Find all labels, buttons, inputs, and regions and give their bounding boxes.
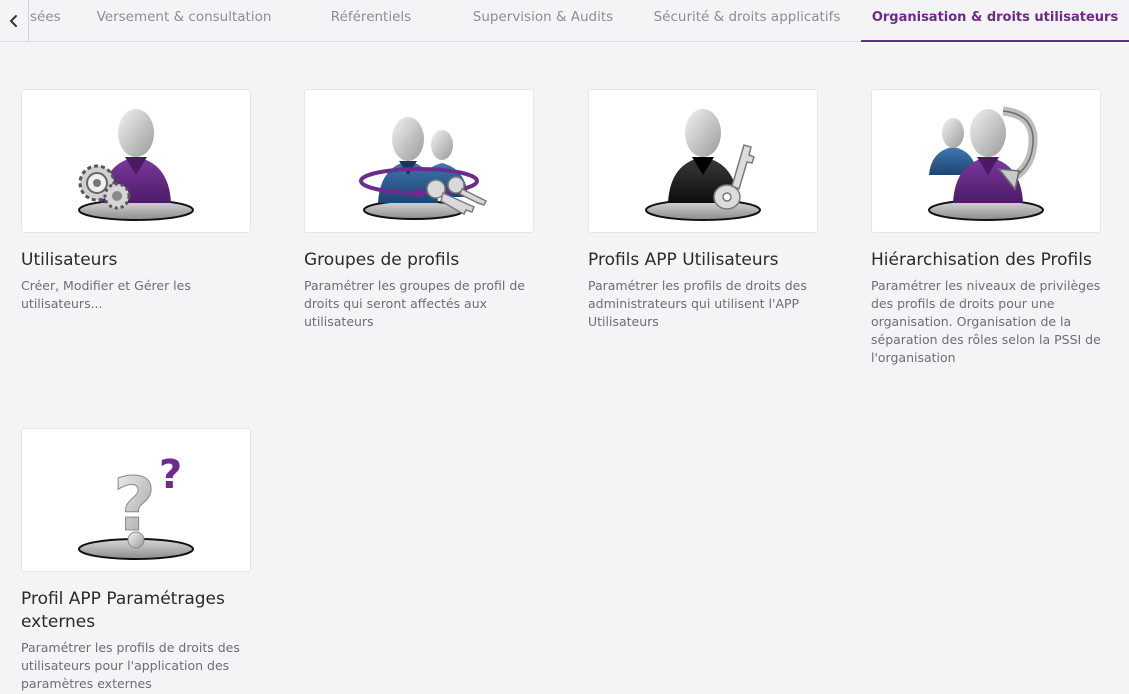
user-hierarchy-icon: [928, 106, 1044, 221]
question-mark-icon: ? ?: [78, 452, 194, 560]
user-group-keys-icon: [359, 117, 488, 220]
card-description: Paramétrer les niveaux de privilèges des…: [871, 278, 1101, 365]
tab-scroll-left-button[interactable]: [0, 0, 29, 41]
card-title: Profils APP Utilisateurs: [588, 250, 779, 270]
card-title: Groupes de profils: [304, 250, 460, 270]
tab-organisation-droits[interactable]: Organisation & droits utilisateurs: [861, 0, 1129, 42]
svg-text:?: ?: [159, 452, 182, 498]
card-description: Créer, Modifier et Gérer les utilisateur…: [21, 278, 191, 311]
user-key-icon: [645, 109, 761, 221]
card-thumbnail: [588, 89, 818, 233]
card-thumbnail: [871, 89, 1101, 233]
card-thumbnail: [21, 89, 251, 233]
card-title: Utilisateurs: [21, 250, 118, 270]
card-profil-app-parametrages-externes[interactable]: ? ? Profil APP Paramétrages externes Par…: [21, 428, 251, 693]
card-utilisateurs[interactable]: Utilisateurs Créer, Modifier et Gérer le…: [21, 89, 251, 313]
card-description: Paramétrer les profils de droits des adm…: [588, 278, 807, 329]
tab-bar: sées Versement & consultation Référentie…: [0, 0, 1129, 42]
card-description: Paramétrer les profils de droits des uti…: [21, 640, 240, 691]
card-title: Hiérarchisation des Profils: [871, 250, 1092, 270]
chevron-left-icon: [9, 14, 17, 27]
tab-supervision-audits[interactable]: Supervision & Audits: [470, 0, 616, 41]
card-hierarchisation-profils[interactable]: Hiérarchisation des Profils Paramétrer l…: [871, 89, 1101, 367]
card-title: Profil APP Paramétrages externes: [21, 589, 225, 632]
tab-partial[interactable]: sées: [30, 0, 61, 41]
card-groupes-profils[interactable]: Groupes de profils Paramétrer les groupe…: [304, 89, 534, 331]
card-thumbnail: [304, 89, 534, 233]
tab-versement-consultation[interactable]: Versement & consultation: [96, 0, 272, 41]
tab-securite-droits[interactable]: Sécurité & droits applicatifs: [652, 0, 842, 41]
card-profils-app-utilisateurs[interactable]: Profils APP Utilisateurs Paramétrer les …: [588, 89, 818, 331]
card-thumbnail: ? ?: [21, 428, 251, 572]
user-gears-icon: [78, 109, 194, 221]
tab-referentiels[interactable]: Référentiels: [326, 0, 416, 41]
card-description: Paramétrer les groupes de profil de droi…: [304, 278, 525, 329]
